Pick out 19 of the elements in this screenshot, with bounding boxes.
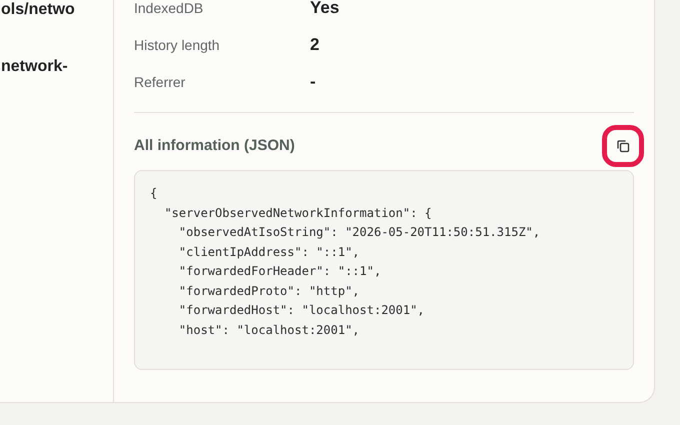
path-text: network- (1, 57, 69, 77)
path-text: ols/netwo (1, 0, 76, 20)
info-value: Yes (310, 0, 340, 20)
code-line: "forwardedForHeader": "::1", (178, 263, 382, 280)
copy-button[interactable] (602, 125, 644, 167)
info-label: Referrer (134, 72, 186, 92)
section-title: All information (JSON) (134, 136, 295, 156)
code-line: "clientIpAddress": "::1", (178, 244, 361, 260)
info-label: IndexedDB (134, 0, 204, 18)
copy-icon (616, 139, 630, 153)
code-line: "serverObservedNetworkInformation": { (163, 204, 433, 222)
code-line: "host": "localhost:2001", (178, 322, 361, 338)
info-value: 2 (310, 34, 320, 56)
info-value: - (310, 71, 316, 94)
code-line: "forwardedProto": "http", (178, 282, 361, 300)
code-line: { (150, 185, 158, 202)
code-line: "observedAtIsoString": "2026-05-20T11:50:51.315Z", (178, 224, 542, 241)
code-line: "forwardedHost": "localhost:2001", (178, 302, 426, 319)
info-label: History length (134, 36, 221, 55)
